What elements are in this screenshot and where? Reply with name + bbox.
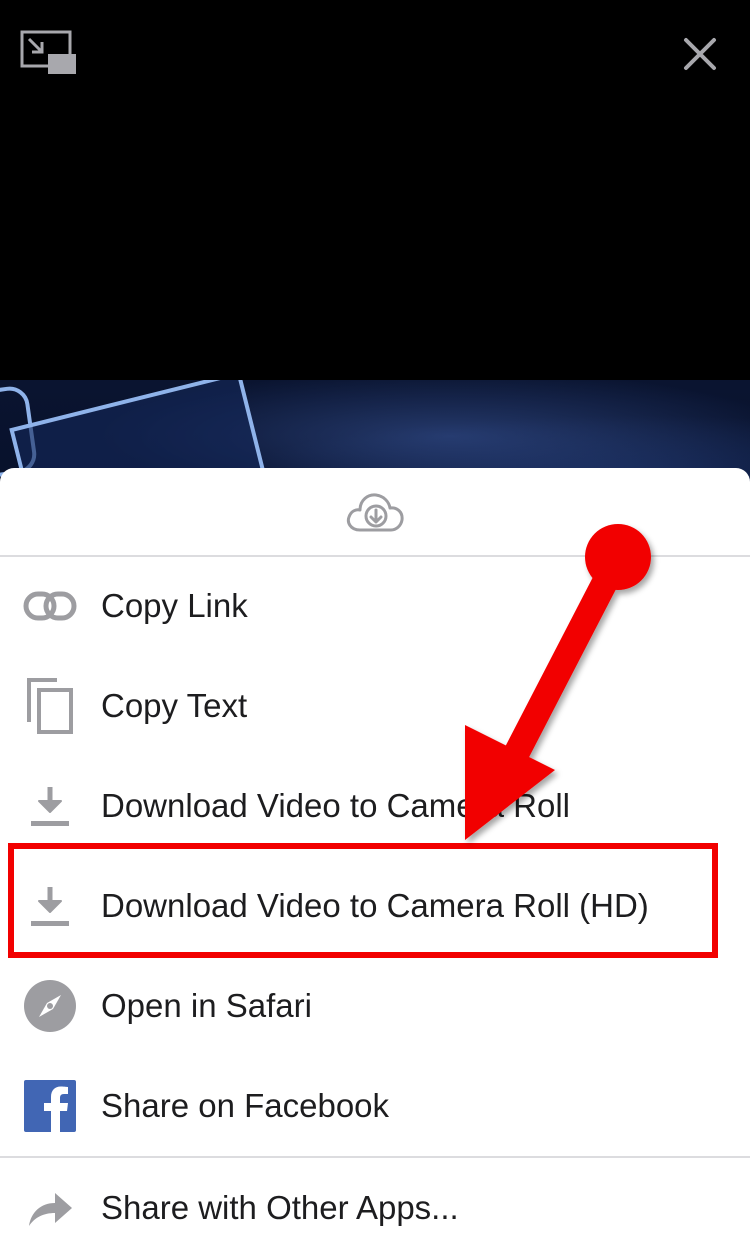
share-arrow-icon (22, 1178, 78, 1238)
facebook-icon (22, 1076, 78, 1136)
menu-item-label: Open in Safari (101, 987, 312, 1024)
cloud-download-icon (345, 490, 405, 534)
video-player[interactable] (0, 0, 750, 520)
menu-item-label: Share with Other Apps... (101, 1189, 459, 1226)
menu-item-copy-text[interactable]: Copy Text (0, 656, 750, 756)
close-icon[interactable] (680, 34, 720, 74)
menu-item-download-video-hd[interactable]: Download Video to Camera Roll (HD) (0, 856, 750, 956)
menu-item-label: Copy Link (101, 587, 248, 624)
menu-item-download-video[interactable]: Download Video to Camera Roll (0, 756, 750, 856)
menu-item-share-with-other-apps[interactable]: Share with Other Apps... (0, 1158, 750, 1258)
menu-item-open-in-safari[interactable]: Open in Safari (0, 956, 750, 1056)
link-icon (22, 576, 78, 636)
menu-item-label: Share on Facebook (101, 1087, 390, 1124)
menu-item-label: Download Video to Camera Roll (HD) (101, 887, 649, 924)
picture-in-picture-icon[interactable] (20, 30, 78, 76)
sheet-header (0, 468, 750, 557)
download-icon (22, 776, 78, 836)
share-action-sheet: Copy Link Copy Text Download Video to Ca… (0, 468, 750, 1258)
safari-compass-icon (22, 976, 78, 1036)
download-icon (22, 876, 78, 936)
copy-icon (22, 676, 78, 736)
menu-item-copy-link[interactable]: Copy Link (0, 556, 750, 656)
menu-item-label: Copy Text (101, 687, 248, 724)
menu-item-label: Download Video to Camera Roll (101, 787, 570, 824)
menu-item-share-on-facebook[interactable]: Share on Facebook (0, 1056, 750, 1156)
